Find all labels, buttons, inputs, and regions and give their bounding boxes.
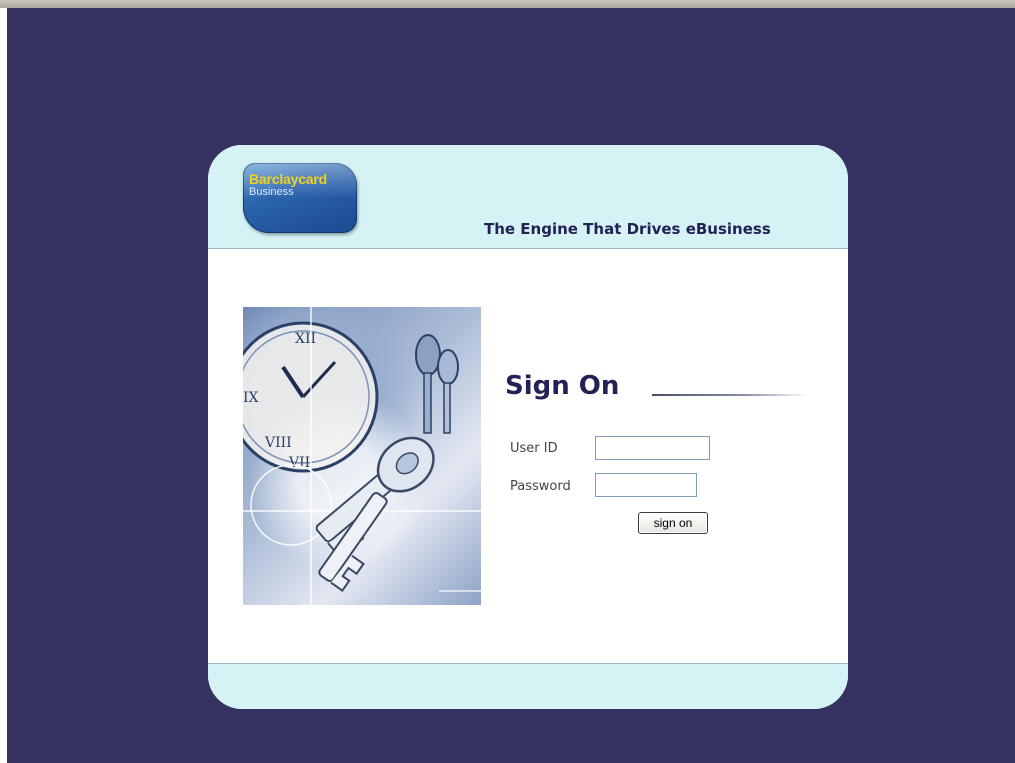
window-top-bar (0, 0, 1015, 8)
signon-title-rule (652, 394, 808, 396)
sign-on-button[interactable]: sign on (638, 512, 708, 534)
login-panel: Barclaycard Business The Engine That Dri… (208, 145, 848, 709)
password-input[interactable] (595, 473, 697, 497)
signon-title: Sign On (505, 371, 620, 401)
user-id-label: User ID (510, 441, 558, 456)
svg-text:IX: IX (243, 390, 259, 406)
barclaycard-logo: Barclaycard Business (243, 163, 357, 233)
user-id-input[interactable] (595, 436, 710, 460)
hero-image-clock-keys: XII IX VIII VII (243, 307, 481, 605)
password-label: Password (510, 479, 571, 494)
logo-sub-text: Business (249, 186, 294, 198)
panel-footer (208, 663, 848, 709)
hero-illustration: XII IX VIII VII (243, 307, 481, 605)
svg-text:XII: XII (295, 331, 316, 347)
tagline: The Engine That Drives eBusiness (484, 220, 771, 238)
logo-brand-text: Barclaycard (249, 171, 327, 187)
panel-header: Barclaycard Business The Engine That Dri… (208, 145, 848, 249)
svg-text:VIII: VIII (264, 435, 292, 451)
